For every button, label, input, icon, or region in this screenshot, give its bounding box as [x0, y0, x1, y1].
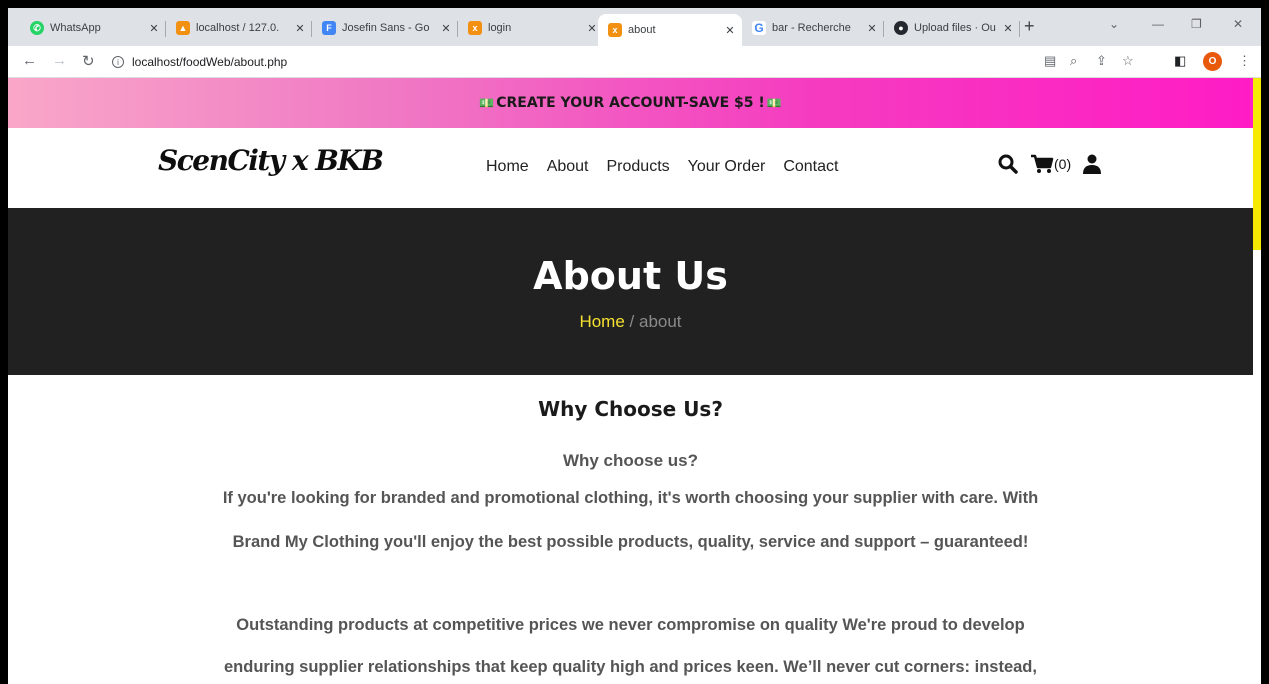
url-text: localhost/foodWeb/about.php: [132, 55, 288, 69]
money-icon: 💵: [479, 96, 495, 110]
user-icon[interactable]: [1083, 154, 1102, 174]
money-icon: 💵: [766, 96, 782, 110]
reload-icon[interactable]: ↻: [82, 52, 95, 70]
whatsapp-icon: ✆: [30, 21, 44, 35]
nav-home[interactable]: Home: [486, 158, 529, 176]
zoom-icon[interactable]: ⌕: [1070, 53, 1077, 69]
minimize-button[interactable]: —: [1152, 17, 1164, 31]
close-window-button[interactable]: ✕: [1233, 17, 1243, 31]
restore-button[interactable]: ❐: [1191, 17, 1202, 31]
translate-icon[interactable]: ▤: [1044, 53, 1056, 69]
phpmyadmin-icon: ▲: [176, 21, 190, 35]
tab-whatsapp[interactable]: ✆ WhatsApp ✕: [20, 14, 166, 42]
paragraph-line: If you're looking for branded and promot…: [222, 489, 1039, 507]
tab-strip: ✆ WhatsApp ✕ ▲ localhost / 127.0. ✕ F Jo…: [8, 8, 1261, 46]
side-panel-icon[interactable]: ◧: [1174, 53, 1186, 69]
section-title: Why Choose Us?: [538, 397, 723, 421]
header-icons: (0): [998, 154, 1102, 174]
tab-phpmyadmin[interactable]: ▲ localhost / 127.0. ✕: [166, 14, 312, 42]
nav-your-order[interactable]: Your Order: [688, 158, 766, 176]
site-header: ScenCity x BKB Home About Products Your …: [8, 128, 1253, 208]
hero-banner: About Us Home / about: [8, 208, 1253, 375]
xampp-icon: x: [608, 23, 622, 37]
promo-text: CREATE YOUR ACCOUNT-SAVE $5 !: [496, 95, 765, 111]
tab-login[interactable]: x login ✕: [458, 14, 604, 42]
nav-contact[interactable]: Contact: [783, 158, 838, 176]
close-icon[interactable]: ✕: [292, 22, 308, 35]
google-icon: G: [752, 21, 766, 35]
page-scrollbar-thumb[interactable]: [1253, 78, 1261, 250]
paragraph-line: enduring supplier relationships that kee…: [224, 658, 1037, 676]
tab-upload-files[interactable]: ● Upload files · Ou ✕: [884, 14, 1020, 42]
browser-window: ✆ WhatsApp ✕ ▲ localhost / 127.0. ✕ F Jo…: [8, 8, 1261, 684]
section-subtitle: Why choose us?: [562, 451, 699, 470]
google-fonts-icon: F: [322, 21, 336, 35]
share-icon[interactable]: ⇪: [1096, 53, 1107, 69]
main-nav: Home About Products Your Order Contact: [486, 158, 838, 176]
breadcrumb-home-link[interactable]: Home: [579, 312, 624, 331]
search-icon[interactable]: [998, 154, 1018, 174]
back-arrow-icon[interactable]: ←: [22, 52, 37, 69]
about-content: Why Choose Us? Why choose us? If you're …: [8, 375, 1253, 684]
breadcrumb-separator: /: [624, 312, 639, 331]
address-bar[interactable]: i localhost/foodWeb/about.php: [112, 50, 1042, 74]
breadcrumb-current: about: [638, 312, 682, 331]
close-icon[interactable]: ✕: [864, 22, 880, 35]
tab-about[interactable]: x about ✕: [598, 14, 742, 46]
menu-kebab-icon[interactable]: ⋮: [1238, 53, 1251, 69]
tab-josefin-sans[interactable]: F Josefin Sans - Go ✕: [312, 14, 458, 42]
forward-arrow-icon[interactable]: →: [52, 52, 67, 69]
site-logo[interactable]: ScenCity x BKB: [158, 144, 384, 177]
cart-button[interactable]: (0): [1030, 154, 1071, 174]
nav-about[interactable]: About: [547, 158, 589, 176]
cart-count: (0): [1054, 156, 1072, 172]
close-icon[interactable]: ✕: [722, 24, 738, 37]
browser-toolbar: ← → ↻ i localhost/foodWeb/about.php ▤ ⌕ …: [8, 46, 1261, 78]
github-icon: ●: [894, 21, 908, 35]
close-icon[interactable]: ✕: [1000, 22, 1016, 35]
bookmark-star-icon[interactable]: ☆: [1122, 53, 1134, 69]
tab-search-icon[interactable]: ⌄: [1109, 17, 1119, 31]
breadcrumb: Home / about: [8, 312, 1253, 332]
close-icon[interactable]: ✕: [438, 22, 454, 35]
page-title: About Us: [533, 254, 728, 298]
tab-bar-recherche[interactable]: G bar - Recherche ✕: [742, 14, 884, 42]
cart-icon: [1031, 154, 1054, 173]
new-tab-button[interactable]: +: [1024, 16, 1035, 37]
close-icon[interactable]: ✕: [146, 22, 162, 35]
xampp-icon: x: [468, 21, 482, 35]
profile-avatar[interactable]: O: [1203, 52, 1222, 71]
paragraph-line: Brand My Clothing you'll enjoy the best …: [232, 533, 1029, 551]
promo-banner[interactable]: 💵 CREATE YOUR ACCOUNT-SAVE $5 ! 💵: [8, 78, 1253, 128]
paragraph-line: Outstanding products at competitive pric…: [236, 616, 1025, 634]
nav-products[interactable]: Products: [607, 158, 670, 176]
info-icon[interactable]: i: [112, 56, 124, 68]
